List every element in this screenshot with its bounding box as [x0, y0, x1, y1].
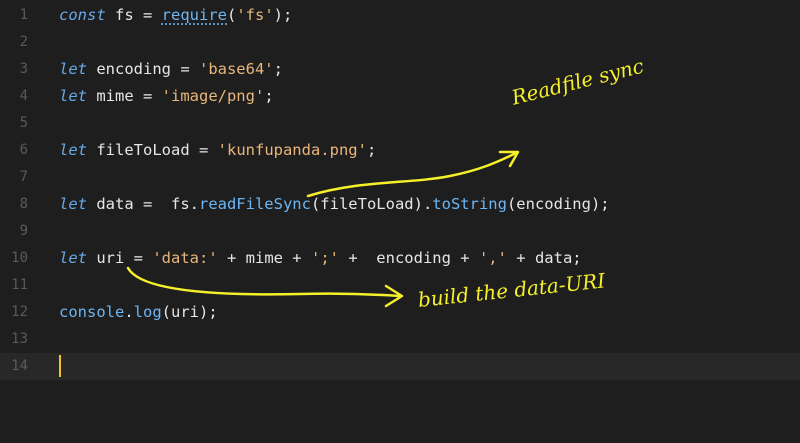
annotation-layer — [126, 150, 520, 308]
arrow-readfilesync — [306, 151, 518, 198]
arrow-datauri — [126, 266, 402, 298]
